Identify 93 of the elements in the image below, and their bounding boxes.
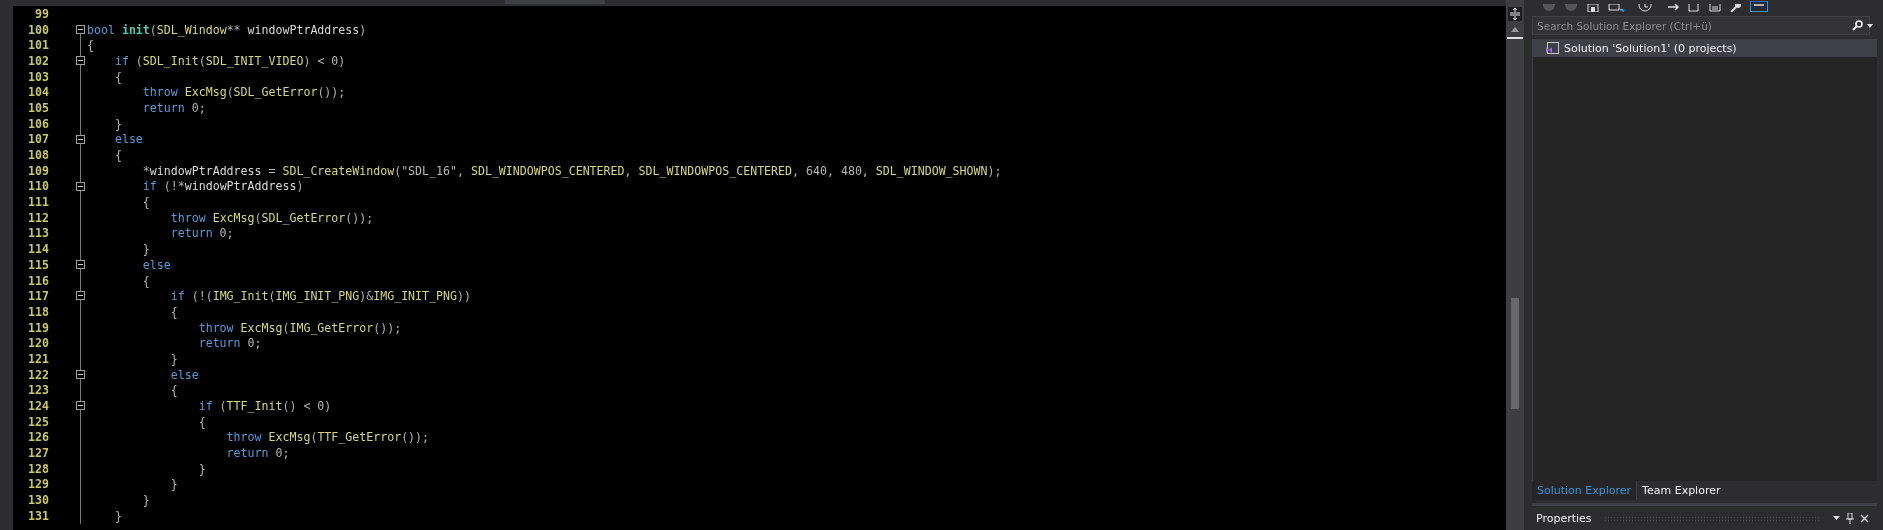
line-number: 113 (27, 226, 49, 241)
line-number: 126 (27, 430, 49, 445)
caret-icon[interactable] (1867, 23, 1873, 28)
line-number: 129 (27, 477, 49, 492)
line-number: 100 (27, 22, 49, 37)
line-number: 114 (27, 242, 49, 257)
code-line: { (169, 304, 178, 319)
line-number: 109 (27, 163, 49, 178)
code-line: throw ExcMsg(IMG_GetError()); (197, 320, 402, 335)
code-line: if (!*windowPtrAddress) (141, 179, 304, 194)
code-line: { (113, 69, 122, 84)
arrow-icon[interactable] (1668, 4, 1680, 12)
preview-icon[interactable] (1750, 1, 1768, 12)
code-line: { (197, 414, 206, 429)
line-number: 124 (27, 399, 49, 414)
pin-icon[interactable] (1846, 512, 1854, 524)
code-line: if (TTF_Init() < 0) (197, 399, 332, 414)
code-line: { (87, 38, 94, 53)
line-number: 127 (27, 446, 49, 461)
tree-item-label: Solution 'Solution1' (0 projects) (1564, 41, 1737, 55)
code-line: return 0; (225, 446, 290, 461)
collapse-icon[interactable] (76, 56, 85, 66)
solution-icon (1545, 42, 1559, 54)
collapse-icon[interactable] (76, 260, 85, 269)
code-line: return 0; (197, 336, 262, 351)
line-number: 117 (27, 289, 49, 304)
scrollbar-thumb[interactable] (1511, 298, 1519, 409)
line-number: 108 (27, 148, 49, 163)
code-line: { (169, 383, 178, 398)
line-number: 131 (27, 508, 49, 523)
code-line: throw ExcMsg(SDL_GetError()); (141, 85, 346, 100)
line-number: 112 (27, 210, 49, 225)
code-line: if (!(IMG_Init(IMG_INIT_PNG)&IMG_INIT_PNG)) (169, 289, 471, 304)
code-line: } (169, 351, 178, 366)
line-number: 116 (27, 273, 49, 288)
tree-item[interactable]: Solution 'Solution1' (0 projects) (1533, 39, 1877, 57)
collapse-icon[interactable] (76, 24, 85, 34)
code-line: else (169, 367, 199, 382)
panel-title: Properties (1536, 511, 1592, 525)
code-line: } (169, 477, 178, 492)
code-line: *windowPtrAddress = SDL_CreateWindow("SDL_16", SDL_WINDOWPOS_CENTERED, SDL_WINDOWPOS_CENTERED, 640, 480, SDL_WINDOW_SHOWN); (141, 163, 1002, 178)
code-line: } (197, 461, 206, 476)
line-number: 128 (27, 461, 49, 476)
line-number: 104 (27, 85, 49, 100)
line-number: 111 (27, 195, 49, 210)
split-icon[interactable] (1508, 7, 1522, 21)
home-icon[interactable] (1586, 4, 1600, 12)
code-line: throw ExcMsg(TTF_GetError()); (225, 430, 430, 445)
line-number: 102 (27, 53, 49, 68)
line-number: 115 (27, 257, 49, 272)
line-number: 107 (27, 132, 49, 147)
pages-icon[interactable] (1708, 4, 1722, 12)
code-line: { (113, 148, 122, 163)
code-line: } (141, 242, 150, 257)
line-number: 122 (27, 367, 49, 382)
code-line: return 0; (141, 100, 206, 115)
collapse-icon[interactable] (76, 134, 85, 144)
code-line: else (113, 132, 143, 147)
line-number: 110 (27, 179, 49, 194)
collapse-icon[interactable] (76, 181, 85, 191)
code-line: if (SDL_Init(SDL_INIT_VIDEO) < 0) (113, 53, 346, 68)
code-line: } (113, 508, 122, 523)
search-field[interactable]: Search Solution Explorer (Ctrl+ü) (1532, 16, 1870, 35)
line-number: 130 (27, 493, 49, 508)
code-line: bool init(SDL_Window** windowPtrAddress) (87, 22, 367, 37)
code-line: else (141, 257, 171, 272)
line-number: 105 (27, 100, 49, 115)
collapse-icon[interactable] (76, 401, 85, 411)
panel-tab[interactable]: Solution Explorer (1532, 481, 1637, 500)
code-line: } (113, 116, 122, 131)
line-number: 125 (27, 414, 49, 429)
scroll-up-icon[interactable] (1511, 27, 1519, 32)
line-number: 103 (27, 69, 49, 84)
code-line: { (141, 273, 150, 288)
collapse-icon[interactable] (76, 369, 85, 379)
line-number: 118 (27, 304, 49, 319)
scroll-marker (1507, 37, 1523, 39)
code-line: return 0; (169, 226, 234, 241)
code-line: throw ExcMsg(SDL_GetError()); (169, 210, 374, 225)
collapse-icon[interactable] (76, 291, 85, 301)
line-number: 101 (27, 38, 49, 53)
copy-icon[interactable] (1688, 4, 1700, 12)
wrench-icon[interactable] (1730, 4, 1742, 12)
line-number: 123 (27, 383, 49, 398)
close-icon[interactable] (1860, 513, 1869, 523)
line-number: 119 (27, 320, 49, 335)
code-line: { (141, 195, 150, 210)
dropdown-icon[interactable] (1833, 516, 1840, 520)
code-line: } (141, 493, 150, 508)
line-number: 120 (27, 336, 49, 351)
line-number: 99 (34, 6, 49, 21)
line-number: 106 (27, 116, 49, 131)
line-number: 121 (27, 351, 49, 366)
